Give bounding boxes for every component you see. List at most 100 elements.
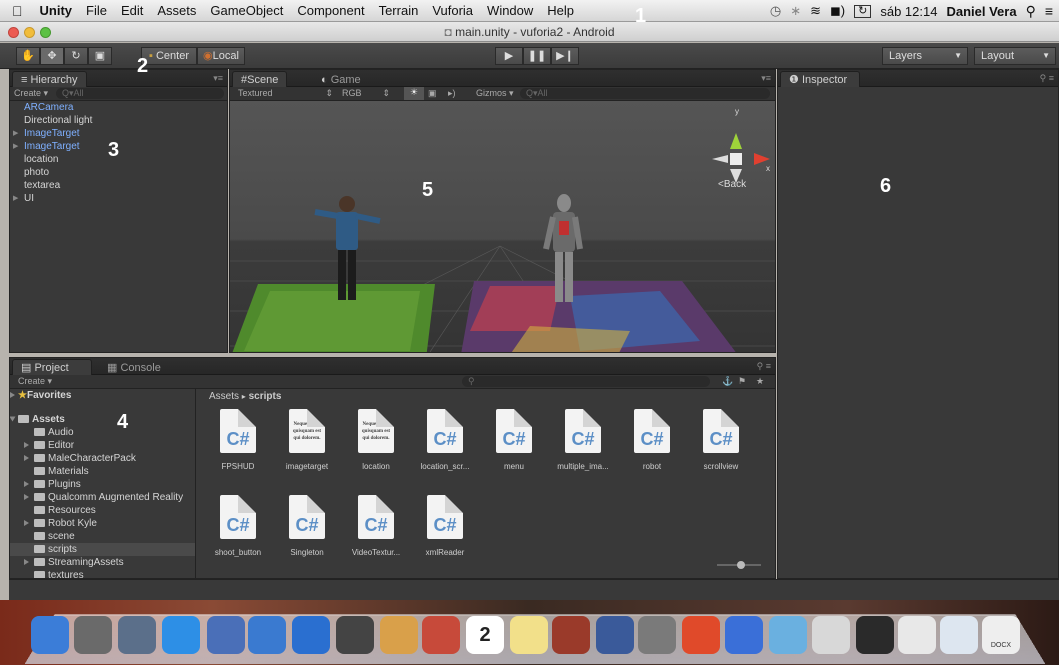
- system-preferences-icon[interactable]: [682, 616, 720, 654]
- hierarchy-create-button[interactable]: Create ▾: [14, 88, 48, 99]
- render-mode-dropdown[interactable]: Textured ⇕: [238, 88, 333, 98]
- scene-orientation-gizmo[interactable]: [712, 133, 770, 183]
- clock[interactable]: sáb 12:14: [880, 4, 937, 19]
- menu-edit[interactable]: Edit: [114, 3, 150, 18]
- user-name[interactable]: Daniel Vera: [946, 4, 1016, 19]
- expand-arrow-icon[interactable]: ▶: [13, 192, 18, 205]
- folder-item[interactable]: scripts: [10, 543, 195, 556]
- tab-scene[interactable]: #Scene: [232, 71, 288, 87]
- tab-inspector[interactable]: ❶ Inspector: [780, 71, 860, 87]
- hierarchy-item[interactable]: Directional light: [10, 114, 227, 127]
- step-button[interactable]: ▶❙: [551, 47, 579, 65]
- expand-arrow-icon[interactable]: [24, 520, 29, 526]
- gimp-icon[interactable]: [856, 616, 894, 654]
- facetime-icon[interactable]: [336, 616, 374, 654]
- hierarchy-item[interactable]: ▶ UI: [10, 192, 227, 205]
- minimize-window-button[interactable]: [24, 27, 35, 38]
- volume-icon[interactable]: ◼): [830, 3, 845, 19]
- lighting-toggle[interactable]: ☀: [404, 87, 424, 100]
- reminders-icon[interactable]: [510, 616, 548, 654]
- asset-item[interactable]: C# xmlReader: [410, 495, 480, 557]
- menu-vuforia[interactable]: Vuforia: [425, 3, 480, 18]
- folder-item[interactable]: scene: [10, 530, 195, 543]
- asset-item[interactable]: Neque porro quisquam est qui dolorem. ima…: [272, 409, 342, 471]
- close-window-button[interactable]: [8, 27, 19, 38]
- lock-icon[interactable]: ⚲ ≡: [1040, 73, 1054, 84]
- time-machine-icon[interactable]: ◷: [770, 3, 781, 19]
- layers-dropdown[interactable]: Layers ▼: [882, 47, 968, 65]
- project-create-button[interactable]: Create ▾: [18, 376, 52, 387]
- panel-menu-icon[interactable]: ▾≡: [213, 73, 223, 84]
- folder-item[interactable]: Resources: [10, 504, 195, 517]
- audio-toggle-icon[interactable]: ▸): [448, 88, 456, 99]
- filter-type-icon[interactable]: ⚓: [722, 376, 733, 387]
- iphoto-icon[interactable]: [812, 616, 850, 654]
- pause-button[interactable]: ❚❚: [523, 47, 551, 65]
- favorite-star-icon[interactable]: ★: [756, 376, 764, 387]
- menu-gameobject[interactable]: GameObject: [203, 3, 290, 18]
- color-mode-dropdown[interactable]: RGB ⇕: [342, 88, 390, 98]
- folder-item[interactable]: Qualcomm Augmented Reality: [10, 491, 195, 504]
- tab-hierarchy[interactable]: ≡ Hierarchy: [12, 71, 87, 87]
- contacts-icon[interactable]: [380, 616, 418, 654]
- scene-search-input[interactable]: Q▾All: [520, 88, 770, 99]
- asset-item[interactable]: C# Singleton: [272, 495, 342, 557]
- safari-icon[interactable]: [292, 616, 330, 654]
- unity-icon[interactable]: [898, 616, 936, 654]
- mail-icon[interactable]: [422, 616, 460, 654]
- expand-arrow-icon[interactable]: [24, 455, 29, 461]
- folder-item[interactable]: textures: [10, 569, 195, 578]
- asset-item[interactable]: Neque porro quisquam est qui dolorem. loc…: [341, 409, 411, 471]
- scene-viewport[interactable]: y x <Back 5: [230, 101, 775, 352]
- slider-thumb[interactable]: [737, 561, 745, 569]
- zoom-window-button[interactable]: [40, 27, 51, 38]
- chrome-icon[interactable]: [725, 616, 763, 654]
- folder-item[interactable]: Materials: [10, 465, 195, 478]
- menu-help[interactable]: Help: [540, 3, 581, 18]
- photos-icon[interactable]: [638, 616, 676, 654]
- expand-arrow-icon[interactable]: [24, 494, 29, 500]
- wifi-icon[interactable]: ≋: [810, 3, 821, 19]
- filter-label-icon[interactable]: ⚑: [738, 376, 746, 387]
- notes-icon[interactable]: [552, 616, 590, 654]
- favorites-item[interactable]: ★Favorites: [10, 389, 195, 402]
- expand-arrow-icon[interactable]: [24, 481, 29, 487]
- scene-image-icon[interactable]: ▣: [428, 88, 437, 99]
- breadcrumb-scripts[interactable]: scripts: [249, 391, 282, 402]
- menu-terrain[interactable]: Terrain: [372, 3, 426, 18]
- asset-item[interactable]: C# scrollview: [686, 409, 756, 471]
- rotate-tool-button[interactable]: ↻: [64, 47, 88, 65]
- menu-window[interactable]: Window: [480, 3, 540, 18]
- hierarchy-item[interactable]: textarea: [10, 179, 227, 192]
- asset-item[interactable]: C# multiple_ima...: [548, 409, 618, 471]
- notification-center-icon[interactable]: ≡: [1045, 3, 1053, 19]
- menu-assets[interactable]: Assets: [150, 3, 203, 18]
- pivot-center-button[interactable]: ▪ Center: [141, 47, 197, 65]
- expand-arrow-icon[interactable]: [24, 442, 29, 448]
- battery-icon[interactable]: ↻: [854, 4, 872, 18]
- breadcrumb-assets[interactable]: Assets: [209, 391, 239, 402]
- icon-size-slider[interactable]: [717, 561, 761, 569]
- move-tool-button[interactable]: ✥: [40, 47, 64, 65]
- bluetooth-icon[interactable]: ∗: [790, 3, 801, 19]
- tab-console[interactable]: ▦ Console: [98, 359, 170, 375]
- back-view-label[interactable]: <Back: [718, 179, 746, 190]
- asset-item[interactable]: C# VideoTextur...: [341, 495, 411, 557]
- assets-root-item[interactable]: Assets: [10, 413, 195, 426]
- directory-icon[interactable]: [940, 616, 978, 654]
- folder-item[interactable]: MaleCharacterPack: [10, 452, 195, 465]
- asset-item[interactable]: C# robot: [617, 409, 687, 471]
- asset-item[interactable]: C# shoot_button: [203, 495, 273, 557]
- docx-document-icon[interactable]: DOCX: [982, 616, 1020, 654]
- folder-item[interactable]: StreamingAssets: [10, 556, 195, 569]
- play-button[interactable]: ▶: [495, 47, 523, 65]
- asset-item[interactable]: C# FPSHUD: [203, 409, 273, 471]
- expand-arrow-icon[interactable]: ▶: [13, 140, 18, 153]
- preview-icon[interactable]: [207, 616, 245, 654]
- tab-game[interactable]: ◐ Game: [312, 71, 370, 87]
- hierarchy-search-input[interactable]: Q▾All: [56, 88, 224, 99]
- expand-arrow-icon[interactable]: [24, 559, 29, 565]
- finder-icon[interactable]: [31, 616, 69, 654]
- word-icon[interactable]: [769, 616, 807, 654]
- hierarchy-item[interactable]: ARCamera: [10, 101, 227, 114]
